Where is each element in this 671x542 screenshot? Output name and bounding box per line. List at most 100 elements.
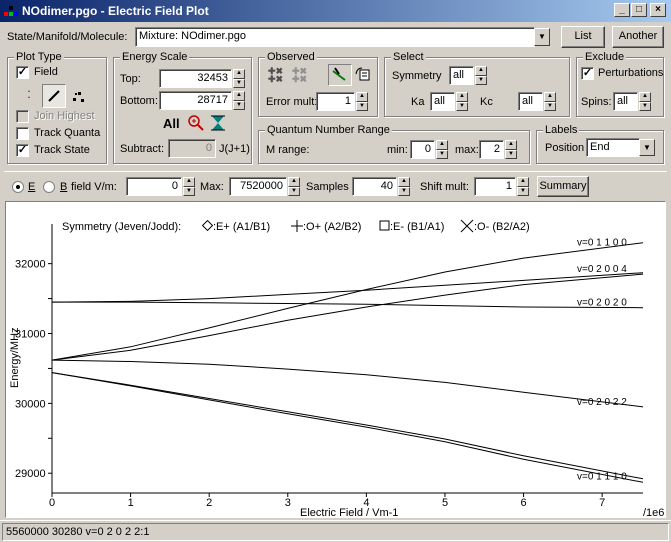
maximize-button[interactable]: □ [631,3,647,17]
dots-plot-icon[interactable]: ⁚ [18,86,40,108]
max-spinner[interactable]: ▲ ▼ [505,140,517,159]
ka-input[interactable]: all [430,92,455,111]
observed-title: Observed [265,51,317,63]
bottom-spinner[interactable]: ▲ ▼ [233,91,245,110]
spins-spinner[interactable]: ▲ ▼ [639,92,651,111]
state-combo[interactable]: Mixture: NOdimer.pgo [135,27,535,47]
status-bar: 5560000 30280 v=0 2 0 2 2:1 [0,520,671,542]
bottom-input[interactable]: 28717 [159,91,232,110]
position-combo[interactable]: End [586,138,640,157]
min-spinner[interactable]: ▲ ▼ [436,140,448,159]
b-radio[interactable] [43,181,55,193]
summary-button[interactable]: Summary [537,176,589,197]
series-line-6 [51,372,644,480]
app-icon [4,4,18,18]
ka-spinner[interactable]: ▲ ▼ [456,92,468,111]
minimize-button[interactable]: _ [614,3,630,17]
legend-caption: Symmetry (Jeven/Jodd): [62,221,181,233]
line-plot-icon[interactable] [42,84,66,108]
observed-copy-icon[interactable] [354,65,372,83]
field-vm-label: field V/m: [71,181,117,193]
window-title: NOdimer.pgo - Electric Field Plot [22,4,209,18]
top-input[interactable]: 32453 [159,69,232,88]
kc-label: Kc [480,96,493,108]
symmetry-label: Symmetry [392,70,442,82]
track-quanta-checkbox[interactable] [16,127,29,140]
series-line-1 [51,273,644,361]
spins-input[interactable]: all [613,92,638,111]
all-button[interactable]: All [163,116,180,131]
track-quanta-label: Track Quanta [34,127,101,139]
top-label: Top: [120,73,141,85]
perturbations-checkbox[interactable]: ✓ [581,67,594,80]
bottom-label: Bottom: [120,95,158,107]
shift-mult-input[interactable]: 1 [474,177,516,196]
svg-text::E+ (A1/B1): :E+ (A1/B1) [213,221,270,233]
kc-spinner[interactable]: ▲ ▼ [544,92,556,111]
x-tick-label: 3 [285,497,291,509]
subtract-label: Subtract: [120,143,165,155]
max-field-spinner[interactable]: ▲ ▼ [288,177,300,196]
e-radio[interactable] [12,181,24,193]
scatter-plot-icon[interactable] [68,86,90,108]
kc-input[interactable]: all [518,92,543,111]
legend-item-e-plus: :E+ (A1/B1) [201,219,270,233]
error-mult-spinner[interactable]: ▲ ▼ [356,92,368,111]
series-lines [51,242,644,483]
x-tick-label: 5 [442,497,448,509]
samples-input[interactable]: 40 [352,177,397,196]
x-tick-label: 6 [521,497,527,509]
observed-fit-icon[interactable] [328,64,352,86]
y-tick-label: 30000 [15,398,46,410]
x-tick-label: 2 [206,497,212,509]
subtract-unit: J(J+1) [219,143,250,155]
symmetry-spinner[interactable]: ▲ ▼ [475,66,487,85]
y-tick-label: 29000 [15,468,46,480]
max-label: max: [455,144,479,156]
error-mult-input[interactable]: 1 [316,92,355,111]
another-button[interactable]: Another [612,26,664,48]
shift-mult-spinner[interactable]: ▲ ▼ [517,177,529,196]
hourglass-icon[interactable] [210,114,226,132]
svg-text::O+ (A2/B2): :O+ (A2/B2) [303,221,361,233]
title-bar: NOdimer.pgo - Electric Field Plot _ □ × [0,0,671,22]
track-state-label: Track State [34,144,90,156]
energy-field-chart: 0 1 2 3 4 5 6 729000300003100032000 v=0 1 1 0 0… [9,219,664,519]
separator [4,171,667,172]
state-label-0: v=0 1 1 0 0 [577,238,627,249]
position-dropdown-arrow[interactable]: ▼ [639,139,655,156]
list-button[interactable]: List [561,26,605,48]
zoom-icon[interactable] [187,114,205,132]
state-dropdown-arrow[interactable]: ▼ [534,28,550,46]
min-input[interactable]: 0 [410,140,435,159]
plot-area[interactable]: 0 1 2 3 4 5 6 7 29000 30000 31000 32000 v=0 1 1 0 0… [5,201,666,519]
field-value-input[interactable]: 0 [126,177,182,196]
x-tick-label: 1 [128,497,134,509]
field-label: Field [34,66,58,78]
shift-mult-label: Shift mult: [420,181,469,193]
track-state-checkbox[interactable]: ✓ [16,144,29,157]
x-multiplier-label: /1e6 [643,507,664,517]
field-checkbox[interactable]: ✓ [16,66,29,79]
perturbations-label: Perturbations [598,67,664,79]
field-value-spinner[interactable]: ▲ ▼ [183,177,195,196]
select-title: Select [391,51,426,63]
state-annotations: v=0 1 1 0 0 v=0 2 0 0 4 v=0 2 0 2 0 v=0 2 0… [577,238,627,483]
max-field-input[interactable]: 7520000 [229,177,287,196]
subtract-input[interactable]: 0 [168,139,216,158]
min-label: min: [387,144,408,156]
state-label-1: v=0 2 0 0 4 [577,264,627,275]
join-highest-checkbox[interactable] [16,110,29,123]
top-spinner[interactable]: ▲ ▼ [233,69,245,88]
svg-text::O- (B2/A2): :O- (B2/A2) [474,221,530,233]
x-tick-label: 7 [599,497,605,509]
observed-show-icon[interactable]: ✚✖ ✚✖ [268,67,288,84]
observed-hide-icon[interactable]: ✚✖ ✚✖ [292,67,312,84]
max-input[interactable]: 2 [479,140,504,159]
exclude-title: Exclude [583,51,627,63]
samples-spinner[interactable]: ▲ ▼ [398,177,410,196]
axis-ticks: 0 1 2 3 4 5 6 729000300003100032000 [15,224,643,509]
symmetry-input[interactable]: all [449,66,474,85]
state-label-2: v=0 2 0 2 0 [577,298,627,309]
close-button[interactable]: × [650,3,666,17]
